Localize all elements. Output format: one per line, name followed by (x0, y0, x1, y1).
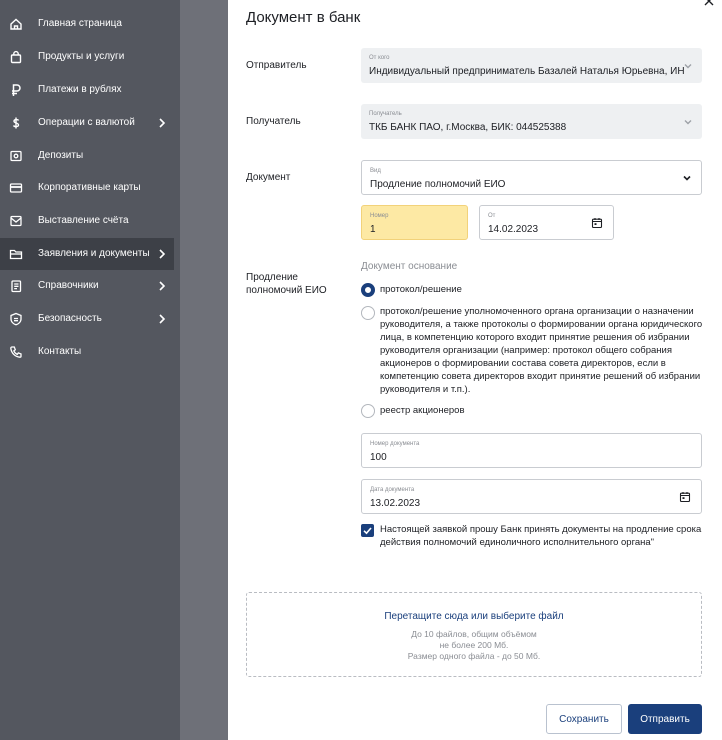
card-icon (9, 181, 23, 195)
document-type-select[interactable]: Вид Продление полномочий ЕИО (361, 160, 702, 195)
sidebar-item-label: Справочники (38, 280, 99, 291)
extension-label: Продление полномочий ЕИО (246, 272, 327, 296)
chevron-right-icon (157, 312, 167, 326)
sidebar-item-security[interactable]: Безопасность (0, 303, 174, 335)
ruble-icon (9, 83, 23, 97)
field-value: Индивидуальный предприниматель Базалей Н… (369, 66, 685, 77)
field-label: Номер документа (370, 441, 420, 447)
phone-icon (9, 345, 23, 359)
upload-info-line: не более 200 Мб. (439, 640, 509, 650)
radio-authorized-body[interactable] (361, 306, 375, 320)
deposit-icon (9, 149, 23, 163)
radio-shareholder-register[interactable] (361, 404, 375, 418)
field-label: Номер (370, 213, 389, 219)
sidebar-item-label: Корпоративные карты (38, 182, 141, 193)
chevron-down-icon (682, 173, 692, 183)
close-icon[interactable] (702, 0, 718, 10)
field-label: От (488, 213, 496, 219)
page-title: Документ в банк (246, 9, 361, 26)
chevron-down-icon (683, 117, 693, 127)
field-value: ТКБ БАНК ПАО, г.Москва, БИК: 044525388 (369, 122, 567, 133)
shield-icon (9, 312, 23, 326)
sidebar-item-directories[interactable]: Справочники (0, 270, 174, 302)
radio-label-protocol: протокол/решение (380, 284, 462, 295)
chevron-right-icon (157, 116, 167, 130)
sidebar-item-home[interactable]: Главная страница (0, 8, 174, 40)
file-dropzone[interactable]: Перетащите сюда или выберите файл До 10 … (246, 592, 702, 677)
field-value: Продление полномочий ЕИО (370, 179, 506, 190)
field-label: Получатель (369, 111, 402, 117)
sidebar-item-documents[interactable]: Заявления и документы (0, 238, 174, 270)
folder-icon (9, 247, 23, 261)
consent-label: Настоящей заявкой прошу Банк принять док… (380, 524, 702, 548)
chevron-down-icon (683, 61, 693, 71)
sidebar-item-cards[interactable]: Корпоративные карты (0, 172, 174, 204)
sidebar-item-currency[interactable]: Операции с валютой (0, 107, 174, 139)
sidebar-item-invoice[interactable]: Выставление счёта (0, 205, 174, 237)
document-number-input[interactable]: Номер 1 (361, 205, 468, 240)
section-caption: Документ основание (361, 261, 458, 272)
invoice-icon (9, 214, 23, 228)
overlay-backdrop (180, 0, 228, 740)
document-panel: Документ в банк Отправитель От кого Инди… (228, 0, 722, 740)
sidebar-item-label: Платежи в рублях (38, 84, 122, 95)
home-icon (9, 17, 23, 31)
sidebar: Главная страница Продукты и услуги Плате… (0, 0, 180, 740)
field-value: 1 (370, 224, 376, 235)
sidebar-item-label: Заявления и документы (38, 248, 150, 259)
doc-number-input[interactable]: Номер документа 100 (361, 433, 702, 468)
radio-protocol[interactable] (361, 283, 375, 297)
save-button[interactable]: Сохранить (546, 704, 622, 734)
field-value: 13.02.2023 (370, 498, 421, 509)
book-icon (9, 279, 23, 293)
calendar-icon[interactable] (591, 217, 603, 229)
file-select-link[interactable]: Перетащите сюда или выберите файл (247, 611, 701, 622)
sidebar-item-label: Депозиты (38, 150, 84, 161)
upload-info: До 10 файлов, общим объёмом не более 200… (247, 629, 701, 662)
sender-select[interactable]: От кого Индивидуальный предприниматель Б… (361, 48, 702, 83)
sidebar-item-label: Продукты и услуги (38, 51, 125, 62)
sidebar-item-label: Операции с валютой (38, 117, 135, 128)
calendar-icon[interactable] (679, 491, 691, 503)
chevron-right-icon (157, 247, 167, 261)
field-label: Вид (370, 168, 381, 174)
sidebar-item-products[interactable]: Продукты и услуги (0, 41, 174, 73)
dollar-icon (9, 116, 23, 130)
field-label: Дата документа (370, 487, 415, 493)
sidebar-item-deposits[interactable]: Депозиты (0, 140, 174, 172)
field-value: 100 (370, 452, 387, 463)
bag-icon (9, 50, 23, 64)
chevron-right-icon (157, 279, 167, 293)
sidebar-item-payments[interactable]: Платежи в рублях (0, 74, 174, 106)
sidebar-item-label: Главная страница (38, 18, 122, 29)
upload-info-line: Размер одного файла - до 50 Мб. (407, 651, 541, 661)
radio-label-shareholder-register: реестр акционеров (380, 405, 465, 416)
field-value: 14.02.2023 (488, 224, 539, 235)
sidebar-item-label: Выставление счёта (38, 215, 129, 226)
sender-label: Отправитель (246, 60, 307, 71)
recipient-select[interactable]: Получатель ТКБ БАНК ПАО, г.Москва, БИК: … (361, 104, 702, 139)
upload-info-line: До 10 файлов, общим объёмом (411, 629, 537, 639)
field-label: От кого (369, 55, 390, 61)
sidebar-item-contacts[interactable]: Контакты (0, 336, 174, 368)
document-date-input[interactable]: От 14.02.2023 (479, 205, 614, 240)
doc-date-input[interactable]: Дата документа 13.02.2023 (361, 479, 702, 514)
send-button[interactable]: Отправить (628, 704, 702, 734)
sidebar-item-label: Контакты (38, 346, 82, 357)
recipient-label: Получатель (246, 116, 301, 127)
document-label: Документ (246, 172, 291, 183)
sidebar-item-label: Безопасность (38, 313, 102, 324)
consent-checkbox[interactable] (361, 524, 374, 537)
radio-label-authorized-body: протокол/решение уполномоченного органа … (380, 306, 703, 395)
